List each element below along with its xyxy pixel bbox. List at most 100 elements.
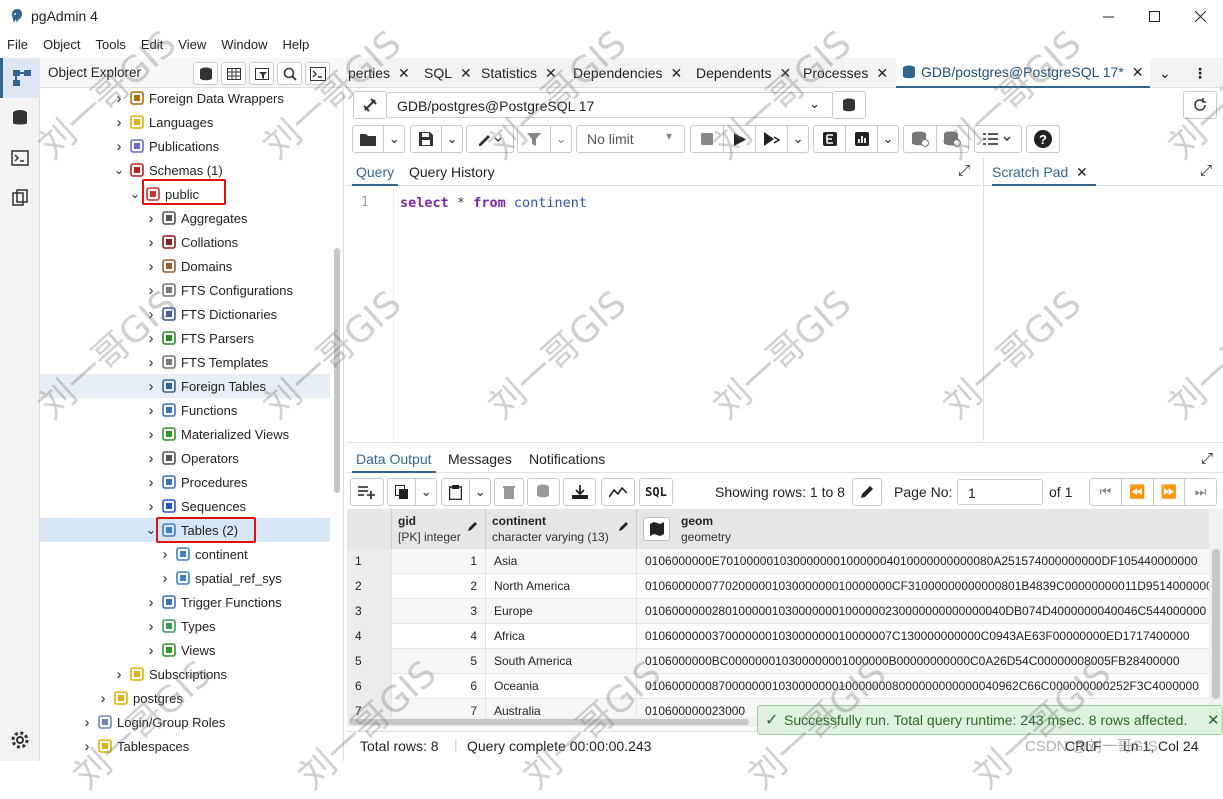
chevron-right-icon[interactable]: › <box>158 546 172 563</box>
search-objects-icon[interactable] <box>277 62 302 85</box>
chevron-right-icon[interactable]: › <box>112 90 126 107</box>
open-file-icon[interactable] <box>353 126 385 152</box>
table-row[interactable]: 1 1 Asia 0106000000E70100000103000000010000… <box>347 549 1209 574</box>
tree-item-types[interactable]: › Types <box>40 614 330 638</box>
prev-page-icon[interactable]: ⏪ <box>1122 479 1154 505</box>
close-scratch-pad-icon[interactable]: ✕ <box>1076 164 1088 181</box>
continent-cell[interactable]: Oceania <box>486 674 637 699</box>
tree-item-sequences[interactable]: › Sequences <box>40 494 330 518</box>
delete-row-icon[interactable] <box>494 478 524 506</box>
chevron-right-icon[interactable]: › <box>144 234 158 251</box>
chevron-right-icon[interactable]: › <box>144 426 158 443</box>
expand-scratch-icon[interactable]: ⤢ <box>1200 162 1212 179</box>
tree-item-procedures[interactable]: › Procedures <box>40 470 330 494</box>
geom-cell[interactable]: 0106000000370000000103000000010000007C13… <box>637 624 1209 649</box>
database-rail-icon[interactable] <box>8 106 32 130</box>
continent-cell[interactable]: Europe <box>486 599 637 624</box>
row-number-cell[interactable]: 7 <box>347 699 392 717</box>
tree-item-views[interactable]: › Views <box>40 638 330 662</box>
tab-overflow-chevron-icon[interactable]: ⌄ <box>1159 58 1179 88</box>
geom-cell[interactable]: 0106000000280100000103000000010000002300… <box>637 599 1209 624</box>
tab-query-tool[interactable]: GDB/postgres@PostgreSQL 17* ✕ <box>896 58 1150 88</box>
tree-item-postgres[interactable]: › postgres <box>40 686 330 710</box>
close-tab-icon[interactable]: ✕ <box>780 65 792 82</box>
chevron-down-icon[interactable]: ⌄ <box>384 126 404 152</box>
next-page-icon[interactable]: ⏩ <box>1154 479 1186 505</box>
chevron-down-icon[interactable]: ⌄ <box>416 479 436 505</box>
commit-icon[interactable] <box>904 126 937 152</box>
menu-edit[interactable]: Edit <box>134 34 171 56</box>
tree-item-aggregates[interactable]: › Aggregates <box>40 206 330 230</box>
row-number-cell[interactable]: 2 <box>347 574 392 599</box>
edit-pen-icon[interactable] <box>467 126 513 152</box>
continent-cell[interactable]: North America <box>486 574 637 599</box>
chevron-right-icon[interactable]: › <box>144 642 158 659</box>
tab-messages[interactable]: Messages <box>444 445 516 473</box>
tab-statistics[interactable]: Statistics ✕ <box>478 58 568 88</box>
geom-cell[interactable]: 0106000000770200000103000000010000000CF3… <box>637 574 1209 599</box>
chevron-right-icon[interactable]: › <box>144 330 158 347</box>
tree-item-continent[interactable]: › continent <box>40 542 330 566</box>
tab-sql[interactable]: SQL ✕ <box>421 58 475 88</box>
explain-analyze-icon[interactable] <box>846 126 878 152</box>
chevron-right-icon[interactable]: › <box>144 498 158 515</box>
tab-query-history[interactable]: Query History <box>405 158 499 186</box>
tree-item-functions[interactable]: › Functions <box>40 398 330 422</box>
table-row[interactable]: 3 3 Europe 01060000002801000001030000000100… <box>347 599 1209 624</box>
row-number-cell[interactable]: 5 <box>347 649 392 674</box>
first-page-icon[interactable]: ⏮ <box>1090 479 1122 505</box>
menu-tools[interactable]: Tools <box>89 34 134 56</box>
geom-cell[interactable]: 0106000000BC000000010300000001000000B000… <box>637 649 1209 674</box>
row-number-cell[interactable]: 3 <box>347 599 392 624</box>
chevron-right-icon[interactable]: › <box>80 714 94 731</box>
table-row[interactable]: 5 5 South America 0106000000BC0000000103000… <box>347 649 1209 674</box>
close-tab-icon[interactable]: ✕ <box>398 65 410 82</box>
tree-item-collations[interactable]: › Collations <box>40 230 330 254</box>
chevron-right-icon[interactable]: › <box>144 354 158 371</box>
geom-cell[interactable]: 0106000000E70100000103000000010000004010… <box>637 549 1209 574</box>
paste-icon[interactable] <box>442 479 471 505</box>
close-tab-icon[interactable]: ✕ <box>671 65 683 82</box>
filter-icon[interactable] <box>518 126 552 152</box>
table-row[interactable]: 6 6 Oceania 0106000000870000000103000000010… <box>347 674 1209 699</box>
chevron-down-icon[interactable]: ⌄ <box>128 186 142 202</box>
column-header-continent[interactable]: continent character varying (13) <box>486 509 637 549</box>
sql-editor[interactable]: 1 select * from continent <box>347 188 983 441</box>
object-explorer-rail-icon[interactable] <box>0 58 40 98</box>
chevron-right-icon[interactable]: › <box>144 282 158 299</box>
refresh-icon[interactable] <box>1183 91 1217 119</box>
explain-icon[interactable] <box>814 126 846 152</box>
tree-item-trigger-functions[interactable]: › Trigger Functions <box>40 590 330 614</box>
editor-output-divider[interactable] <box>347 442 1223 443</box>
menu-window[interactable]: Window <box>214 34 275 56</box>
schema-diff-rail-icon[interactable] <box>8 186 32 210</box>
chevron-right-icon[interactable]: › <box>144 210 158 227</box>
expand-editor-icon[interactable]: ⤢ <box>958 162 970 179</box>
download-csv-icon[interactable] <box>563 478 596 506</box>
row-limit-select[interactable]: No limit ▾ <box>576 125 685 153</box>
column-header-gid[interactable]: gid [PK] integer <box>392 509 486 549</box>
close-window-button[interactable] <box>1177 0 1223 32</box>
minimize-button[interactable] <box>1085 0 1131 32</box>
row-number-cell[interactable]: 6 <box>347 674 392 699</box>
execute-play-icon[interactable] <box>724 126 757 152</box>
tab-data-output[interactable]: Data Output <box>352 445 436 473</box>
continent-cell[interactable]: Africa <box>486 624 637 649</box>
continent-cell[interactable]: Asia <box>486 549 637 574</box>
geom-cell[interactable]: 0106000000870000000103000000010000000800… <box>637 674 1209 699</box>
chevron-right-icon[interactable]: › <box>144 402 158 419</box>
tree-item-languages[interactable]: › Languages <box>40 110 330 134</box>
tree-item-operators[interactable]: › Operators <box>40 446 330 470</box>
chevron-down-icon[interactable]: ⌄ <box>112 162 126 178</box>
close-toast-icon[interactable]: ✕ <box>1207 711 1220 729</box>
gid-cell[interactable]: 1 <box>392 549 486 574</box>
chevron-right-icon[interactable]: › <box>144 618 158 635</box>
close-tab-icon[interactable]: ✕ <box>1132 64 1144 81</box>
tab-notifications[interactable]: Notifications <box>525 445 609 473</box>
query-tool-button[interactable] <box>193 62 218 85</box>
chevron-right-icon[interactable]: › <box>144 450 158 467</box>
close-tab-icon[interactable]: ✕ <box>876 65 888 82</box>
execute-script-icon[interactable] <box>756 126 789 152</box>
gid-cell[interactable]: 2 <box>392 574 486 599</box>
settings-gear-icon[interactable] <box>8 728 32 752</box>
